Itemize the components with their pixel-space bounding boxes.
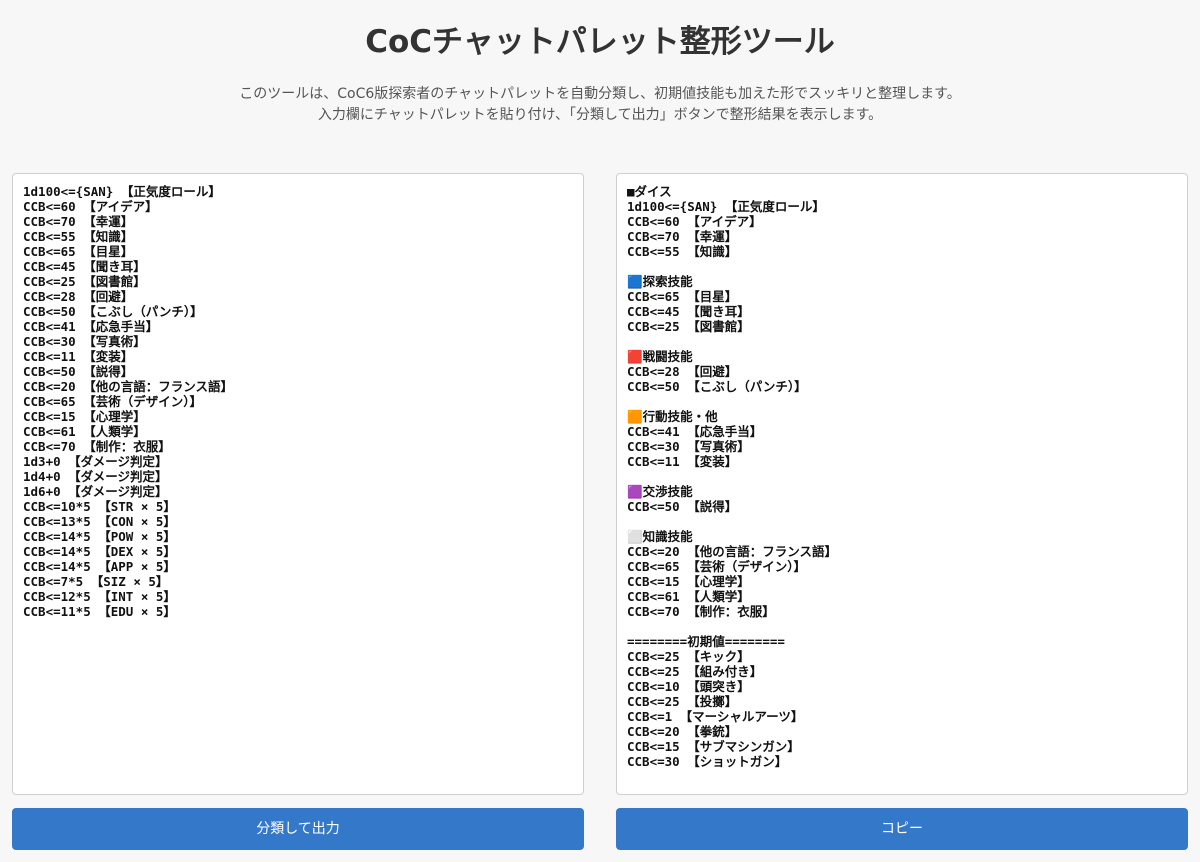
output-panel: ■ダイス 1d100<={SAN} 【正気度ロール】 CCB<=60 【アイデア… [616,173,1188,795]
description-line-1: このツールは、CoC6版探索者のチャットパレットを自動分類し、初期値技能も加えた… [239,86,961,102]
input-panel [12,173,584,795]
formatted-output[interactable]: ■ダイス 1d100<={SAN} 【正気度ロール】 CCB<=60 【アイデア… [617,174,1187,794]
chat-palette-input[interactable] [13,174,583,794]
page-title: CoCチャットパレット整形ツール [365,24,835,60]
page-description: このツールは、CoC6版探索者のチャットパレットを自動分類し、初期値技能も加えた… [0,84,1200,126]
description-line-2: 入力欄にチャットパレットを貼り付け、「分類して出力」ボタンで整形結果を表示します… [317,107,883,123]
page: CoCチャットパレット整形ツール このツールは、CoC6版探索者のチャットパレッ… [0,0,1200,862]
copy-button[interactable]: コピー [616,808,1188,850]
classify-output-button[interactable]: 分類して出力 [12,808,584,850]
